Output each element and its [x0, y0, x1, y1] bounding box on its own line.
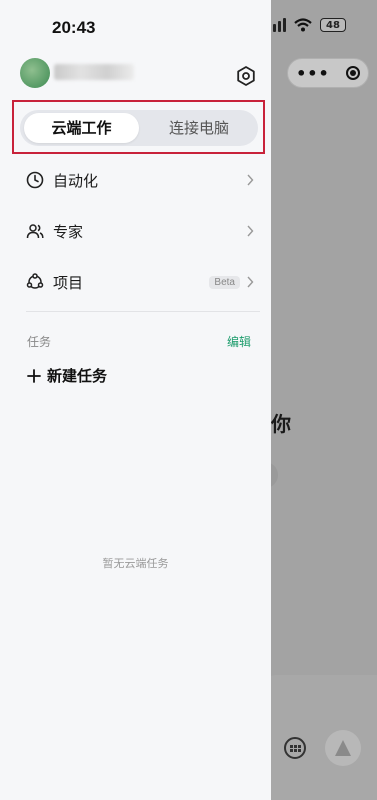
background-heading: 你: [271, 412, 291, 436]
miniprogram-capsule: •••: [287, 58, 369, 88]
chevron-right-icon: [247, 174, 254, 186]
clock-icon: [26, 171, 44, 189]
battery-icon: 48: [320, 18, 346, 32]
chevron-right-icon: [247, 276, 254, 288]
tab-cloud-work[interactable]: 云端工作: [24, 113, 139, 143]
close-miniprogram-icon[interactable]: [345, 66, 360, 80]
project-icon: [26, 273, 44, 289]
username-blurred[interactable]: [54, 64, 134, 80]
menu-item-experts[interactable]: 专家: [26, 219, 254, 243]
empty-tasks-text: 暂无云端任务: [102, 557, 169, 570]
new-task-button[interactable]: 新建任务: [27, 365, 107, 386]
menu-item-label: 项目: [53, 273, 84, 292]
new-task-label: 新建任务: [47, 367, 108, 385]
mode-toggle-highlight: 云端工作 连接电脑: [12, 100, 265, 154]
settings-icon[interactable]: [236, 66, 256, 86]
users-icon: [26, 224, 44, 239]
more-icon[interactable]: •••: [296, 64, 330, 83]
background-input-panel: [262, 675, 377, 800]
wifi-icon: [294, 18, 312, 32]
beta-badge: Beta: [209, 275, 240, 289]
tasks-section-label: 任务: [27, 335, 52, 349]
menu-item-projects[interactable]: 项目 Beta: [26, 270, 254, 294]
status-time: 20:43: [52, 18, 96, 37]
edit-tasks-link[interactable]: 编辑: [227, 333, 251, 350]
menu-item-label: 专家: [53, 222, 84, 241]
status-icons: 48: [268, 18, 346, 32]
keyboard-icon[interactable]: [284, 737, 306, 759]
tab-connect-computer[interactable]: 连接电脑: [144, 113, 254, 143]
menu-item-label: 自动化: [53, 171, 99, 190]
chevron-right-icon: [247, 225, 254, 237]
divider: [26, 311, 260, 312]
side-drawer: 20:43 云端工作 连接电脑 自动化 专家 项目 Beta 任务 编辑 新建任…: [0, 0, 271, 800]
menu-item-automation[interactable]: 自动化: [26, 168, 254, 192]
mode-toggle: 云端工作 连接电脑: [20, 110, 258, 146]
avatar[interactable]: [20, 58, 50, 88]
plus-icon: [27, 368, 41, 383]
send-button[interactable]: [325, 730, 361, 766]
